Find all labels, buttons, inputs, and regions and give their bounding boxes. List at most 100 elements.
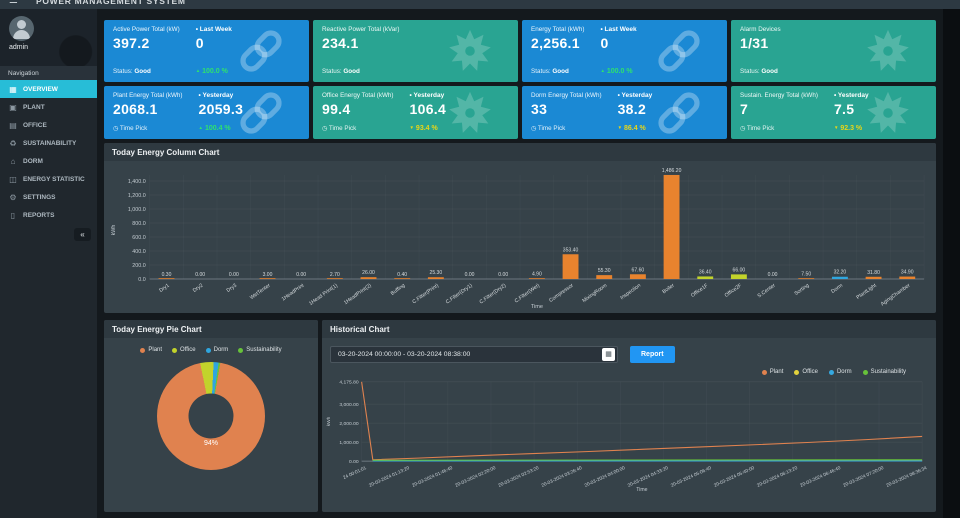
bar-c-filter-wet[interactable] — [529, 278, 545, 279]
historical-legend-item-sustainability[interactable]: Sustainability — [863, 369, 906, 375]
legend-dot — [206, 348, 211, 353]
bar-office1f[interactable] — [697, 276, 713, 279]
card-value: 234.1 — [322, 35, 399, 51]
svg-text:66.00: 66.00 — [733, 267, 746, 273]
svg-text:C.Filter(Wet): C.Filter(Wet) — [514, 283, 541, 305]
time-pick-button[interactable]: ◷ Time Pick — [531, 125, 602, 133]
sidebar-item-label: SUSTAINABILITY — [23, 140, 76, 147]
bar-1head-print-1[interactable] — [327, 278, 343, 279]
svg-text:3.00: 3.00 — [263, 272, 273, 278]
card-sub-value: 2059.3 — [199, 101, 244, 117]
historical-legend-item-office[interactable]: Office — [794, 369, 818, 375]
bar-sorting[interactable] — [798, 278, 814, 279]
card-percentage: ▲ 100.4 % — [199, 125, 244, 133]
stat-card-sustain-energy-total-kwh: Sustain. Energy Total (kWh)7◷ Time Pick•… — [731, 86, 936, 139]
time-pick-button[interactable]: ◷ Time Pick — [322, 125, 394, 133]
legend-dot — [863, 370, 868, 375]
svg-text:Buffing: Buffing — [390, 283, 407, 297]
bar-wettenter[interactable] — [260, 278, 276, 279]
column-chart[interactable]: 0.0200.0400.0600.0800.01,000.01,200.01,4… — [104, 161, 936, 311]
pie-percentage-label: 94% — [204, 440, 218, 447]
svg-text:Office2F: Office2F — [724, 283, 743, 299]
username: admin — [9, 44, 97, 51]
svg-text:Dry1: Dry1 — [158, 283, 170, 294]
card-sub-value: 0 — [600, 35, 636, 51]
line-plant — [362, 382, 923, 460]
svg-text:800.0: 800.0 — [132, 221, 145, 227]
bar-dorm[interactable] — [832, 277, 848, 279]
card-value: 1/31 — [740, 35, 781, 51]
sidebar-item-energy-statistic[interactable]: ◫ENERGY STATISTIC — [0, 170, 97, 188]
legend-label: Dorm — [214, 347, 229, 353]
bar-1headprint-2[interactable] — [361, 277, 377, 279]
card-status: Status: Good — [113, 68, 180, 76]
svg-text:55.30: 55.30 — [598, 268, 611, 274]
pie-legend-item-sustainability[interactable]: Sustainability — [238, 347, 281, 353]
stat-card-dorm-energy-total-kwh: Dorm Energy Total (kWh)33◷ Time Pick• Ye… — [522, 86, 727, 139]
svg-text:67.60: 67.60 — [632, 267, 645, 273]
bar-compressor[interactable] — [563, 254, 579, 279]
svg-text:0.0: 0.0 — [138, 277, 145, 283]
card-title: Office Energy Total (kWh) — [322, 92, 394, 99]
svg-text:Sorting: Sorting — [794, 283, 811, 297]
bar-c-filter-print[interactable] — [428, 277, 444, 279]
chart-icon: ◫ — [8, 175, 18, 184]
svg-text:0.00: 0.00 — [498, 272, 508, 278]
sidebar-collapse-button[interactable]: « — [74, 228, 91, 241]
card-title: Reactive Power Total (kVar) — [322, 26, 399, 33]
bar-office2f[interactable] — [731, 274, 747, 279]
historical-line-chart[interactable]: 24 00:01:0120-03-2024 01:13:2020-03-2024… — [322, 376, 936, 494]
svg-text:31.80: 31.80 — [867, 270, 880, 276]
time-pick-button[interactable]: ◷ Time Pick — [113, 125, 183, 133]
card-title: Plant Energy Total (kWh) — [113, 92, 183, 99]
svg-text:1,486.20: 1,486.20 — [662, 168, 682, 174]
svg-text:0.30: 0.30 — [162, 272, 172, 278]
bar-mixingroom[interactable] — [596, 275, 612, 279]
svg-text:20-03-2024 02:20:00: 20-03-2024 02:20:00 — [454, 465, 496, 488]
stat-card-plant-energy-total-kwh: Plant Energy Total (kWh) 2068.1 ◷ Time Pic… — [104, 86, 309, 139]
bar-plantlight[interactable] — [866, 277, 882, 279]
report-button[interactable]: Report — [630, 346, 675, 363]
sidebar-item-label: REPORTS — [23, 212, 54, 219]
bar-inspection[interactable] — [630, 274, 646, 279]
historical-legend-item-plant[interactable]: Plant — [762, 369, 784, 375]
svg-text:AgingChamber: AgingChamber — [880, 283, 912, 308]
svg-text:0.00: 0.00 — [296, 272, 306, 278]
sidebar-item-sustainability[interactable]: ♻SUSTAINABILITY — [0, 134, 97, 152]
sidebar-item-overview[interactable]: ▦OVERVIEW — [0, 80, 97, 98]
time-pick-button[interactable]: ◷ Time Pick — [740, 125, 818, 133]
svg-text:20-03-2024 01:13:20: 20-03-2024 01:13:20 — [368, 465, 410, 488]
home-icon: ⌂ — [8, 157, 18, 166]
svg-text:WetTenter: WetTenter — [249, 283, 272, 302]
card-value: 2068.1 — [113, 101, 183, 117]
app-title: POWER MANAGEMENT SYSTEM — [36, 0, 186, 9]
svg-text:S.Center: S.Center — [757, 283, 777, 300]
chain-link-icon — [656, 90, 702, 136]
bar-dry1[interactable] — [159, 278, 175, 279]
svg-text:1,400.0: 1,400.0 — [128, 179, 146, 185]
svg-text:1HeadPrint(2): 1HeadPrint(2) — [343, 283, 373, 307]
card-status: Status: Good — [740, 68, 781, 76]
svg-text:20-03-2024 06:13:20: 20-03-2024 06:13:20 — [756, 465, 798, 488]
sidebar-item-dorm[interactable]: ⌂DORM — [0, 152, 97, 170]
pie-legend-item-office[interactable]: Office — [172, 347, 196, 353]
sidebar-item-reports[interactable]: ▯REPORTS — [0, 206, 97, 224]
svg-text:C.Filter(Dry1): C.Filter(Dry1) — [445, 283, 474, 306]
historical-legend-item-dorm[interactable]: Dorm — [829, 369, 852, 375]
bar-buffing[interactable] — [394, 278, 410, 279]
sidebar-item-plant[interactable]: ▣PLANT — [0, 98, 97, 116]
hamburger-menu-icon[interactable]: ☰ — [9, 0, 18, 9]
pie-legend-item-plant[interactable]: Plant — [140, 347, 162, 353]
bar-agingchamber[interactable] — [899, 277, 915, 279]
bar-boiler[interactable] — [664, 175, 680, 279]
card-title: Active Power Total (kW) — [113, 26, 180, 33]
sidebar-item-settings[interactable]: ⚙SETTINGS — [0, 188, 97, 206]
historical-chart-panel: Historical Chart 03-20-2024 00:00:00 - 0… — [322, 320, 936, 512]
app: ☰ POWER MANAGEMENT SYSTEM admin Navigati… — [0, 0, 960, 518]
calendar-button[interactable]: ▦ — [602, 348, 615, 361]
svg-text:Dorm: Dorm — [830, 283, 844, 295]
date-range-input[interactable]: 03-20-2024 00:00:00 - 03-20-2024 08:38:0… — [330, 346, 618, 363]
svg-text:3,000.00: 3,000.00 — [339, 402, 358, 408]
pie-legend-item-dorm[interactable]: Dorm — [206, 347, 229, 353]
sidebar-item-office[interactable]: ▤OFFICE — [0, 116, 97, 134]
